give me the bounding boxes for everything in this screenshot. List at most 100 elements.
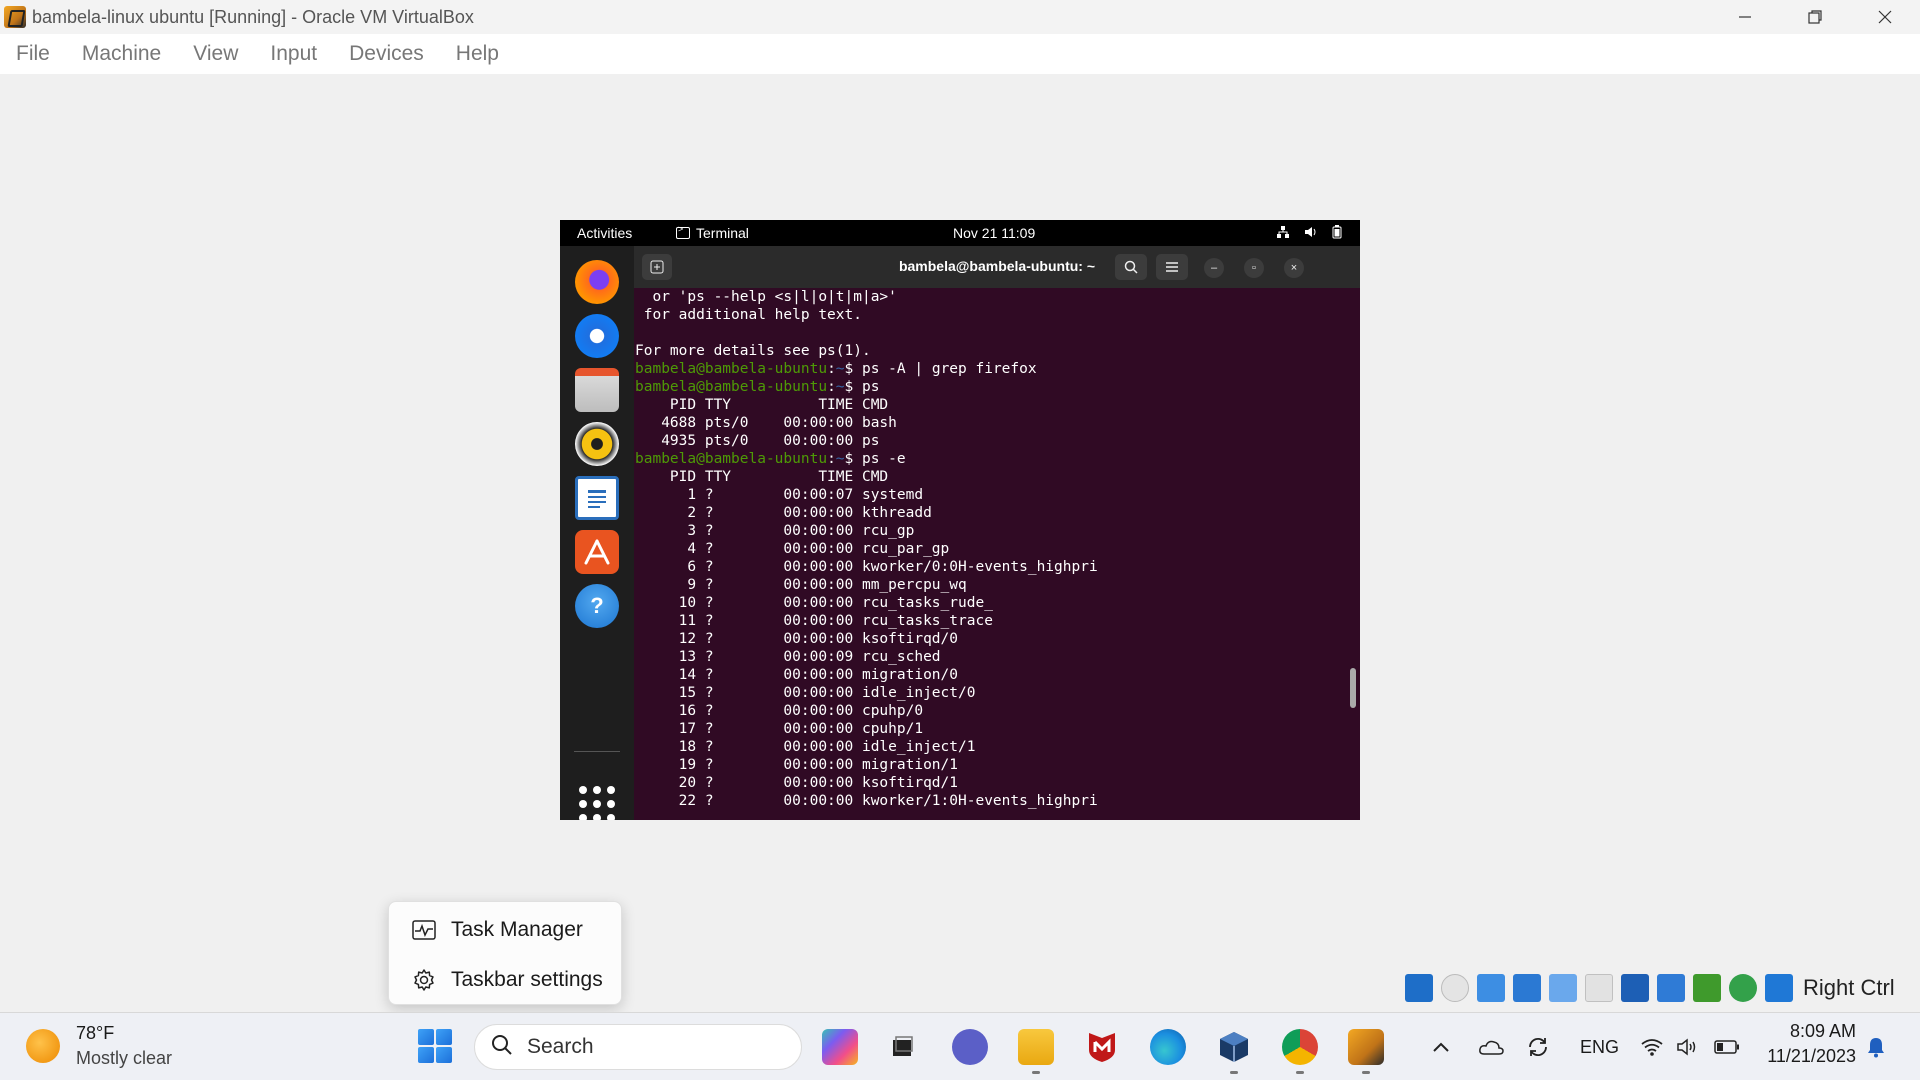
terminal-output[interactable]: or 'ps --help <s|l|o|t|m|a>' for additio… [634,288,1360,820]
usb-icon[interactable] [1549,974,1577,1002]
sync-icon[interactable] [1526,1013,1550,1080]
terminal-output-line: 19 ? 00:00:00 migration/1 [635,757,959,773]
close-icon[interactable] [1850,0,1920,34]
command-text: ps -e [853,451,906,467]
prompt-path: ~ [835,451,845,467]
virtualbox-icon[interactable] [1216,1029,1252,1065]
gnome-clock[interactable]: Nov 21 11:09 [953,225,1035,241]
video-capture-icon[interactable] [1657,974,1685,1002]
prompt-path: ~ [835,379,845,395]
terminal-output-line: 16 ? 00:00:00 cpuhp/0 [635,703,924,719]
terminal-icon [676,224,690,239]
edge-icon[interactable] [1150,1029,1186,1065]
terminal-output-line: For more details see ps(1). [635,343,871,359]
restore-icon[interactable] [1780,0,1850,34]
audio-icon[interactable] [1477,974,1505,1002]
weather-widget[interactable]: 78°F Mostly clear [26,1023,172,1069]
window-titlebar: bambela-linux ubuntu [Running] - Oracle … [0,0,1920,34]
libreoffice-writer-icon[interactable] [575,476,619,520]
activities-button[interactable]: Activities [577,225,632,241]
terminal-menu-button[interactable] [1156,254,1188,280]
speaker-icon[interactable] [1676,1013,1700,1080]
vbox-status-bar: Right Ctrl [1405,970,1895,1006]
task-view-icon[interactable] [884,1029,920,1065]
chrome-icon[interactable] [1282,1029,1318,1065]
terminal-command-line: bambela@bambela-ubuntu:~$ ps -A | grep f… [635,361,1037,377]
display-icon[interactable] [1621,974,1649,1002]
menu-item-taskbar-settings[interactable]: Taskbar settings [389,958,623,1002]
menu-item-task-manager[interactable]: Task Manager [389,908,623,952]
help-icon[interactable]: ? [575,584,619,628]
virtualbox-app-icon [4,6,26,28]
terminal-output-line: 15 ? 00:00:00 idle_inject/0 [635,685,976,701]
host-key-label[interactable]: Right Ctrl [1803,975,1895,1001]
windows-taskbar: 78°F Mostly clear Search ENG 8:09 AM 11/… [0,1012,1920,1080]
network-adapter-icon[interactable] [1513,974,1541,1002]
ubuntu-dock: ? [560,246,634,820]
show-hidden-icons[interactable] [1432,1013,1450,1080]
prompt-user: bambela@bambela-ubuntu [635,379,828,395]
mcafee-icon[interactable] [1084,1029,1120,1065]
network-icon [1276,225,1290,242]
copilot-pre-icon[interactable] [822,1029,858,1065]
prompt-user: bambela@bambela-ubuntu [635,361,828,377]
menu-help[interactable]: Help [456,42,499,66]
app-menu[interactable]: Terminal [676,224,749,241]
terminal-output-line: or 'ps --help <s|l|o|t|m|a>' [635,289,897,305]
system-status[interactable] [1276,225,1342,242]
taskbar-clock[interactable]: 8:09 AM 11/21/2023 [1762,1021,1856,1067]
gnome-top-bar: Activities Terminal Nov 21 11:09 [560,220,1360,246]
minimize-icon[interactable] [1710,0,1780,34]
menu-machine[interactable]: Machine [82,42,161,66]
menu-file[interactable]: File [16,42,50,66]
mouse-integration-icon[interactable] [1765,974,1793,1002]
optical-drive-icon[interactable] [1441,974,1469,1002]
menu-view[interactable]: View [193,42,238,66]
terminal-maximize-button[interactable]: ▫ [1244,258,1264,278]
menu-input[interactable]: Input [270,42,317,66]
input-language[interactable]: ENG [1580,1037,1619,1058]
terminal-close-button[interactable]: × [1284,258,1304,278]
guest-display[interactable]: Activities Terminal Nov 21 11:09 [560,220,1360,820]
menu-devices[interactable]: Devices [349,42,424,66]
terminal-command-line: bambela@bambela-ubuntu:~$ ps -e [635,451,906,467]
terminal-headerbar: bambela@bambela-ubuntu: ~ – ▫ × [634,246,1360,288]
weather-moon-icon [26,1029,60,1063]
terminal-command-line: bambela@bambela-ubuntu:~$ ps [635,379,880,395]
notification-bell-icon[interactable] [1866,1013,1886,1080]
terminal-minimize-button[interactable]: – [1204,258,1224,278]
terminal-output-line: 4935 pts/0 00:00:00 ps [635,433,880,449]
terminal-output-line: PID TTY TIME CMD [635,397,889,413]
teams-chat-icon[interactable] [952,1029,988,1065]
app-center-icon[interactable] [575,530,619,574]
taskbar-search[interactable]: Search [474,1024,802,1070]
firefox-icon[interactable] [575,260,619,304]
guest-additions-icon[interactable] [1729,974,1757,1002]
gear-icon [411,968,437,992]
terminal-output-line: PID TTY TIME CMD [635,469,889,485]
onedrive-icon[interactable] [1478,1013,1504,1080]
files-icon[interactable] [575,368,619,412]
clock-time: 8:09 AM [1789,1021,1856,1041]
terminal-output-line: 4688 pts/0 00:00:00 bash [635,415,897,431]
terminal-output-line: 12 ? 00:00:00 ksoftirqd/0 [635,631,959,647]
virtualbox-vm-icon[interactable] [1348,1029,1384,1065]
window-controls [1710,0,1920,34]
terminal-scrollbar[interactable] [1350,668,1356,708]
rhythmbox-icon[interactable] [575,422,619,466]
start-button[interactable] [418,1029,452,1063]
show-apps-icon[interactable] [579,786,615,820]
shared-folders-icon[interactable] [1585,974,1613,1002]
thunderbird-icon[interactable] [575,314,619,358]
battery-status-icon[interactable] [1714,1013,1740,1080]
hard-disk-icon[interactable] [1405,974,1433,1002]
terminal-search-button[interactable] [1115,254,1147,280]
weather-temperature: 78°F [76,1023,115,1043]
wifi-icon[interactable] [1640,1013,1664,1080]
taskbar-context-menu: Task Manager Taskbar settings [388,901,622,1005]
terminal-output-line: for additional help text. [635,307,862,323]
file-explorer-icon[interactable] [1018,1029,1054,1065]
cpu-icon[interactable] [1693,974,1721,1002]
terminal-output-line: 22 ? 00:00:00 kworker/1:0H-events_highpr… [635,793,1098,809]
search-placeholder: Search [527,1035,594,1058]
